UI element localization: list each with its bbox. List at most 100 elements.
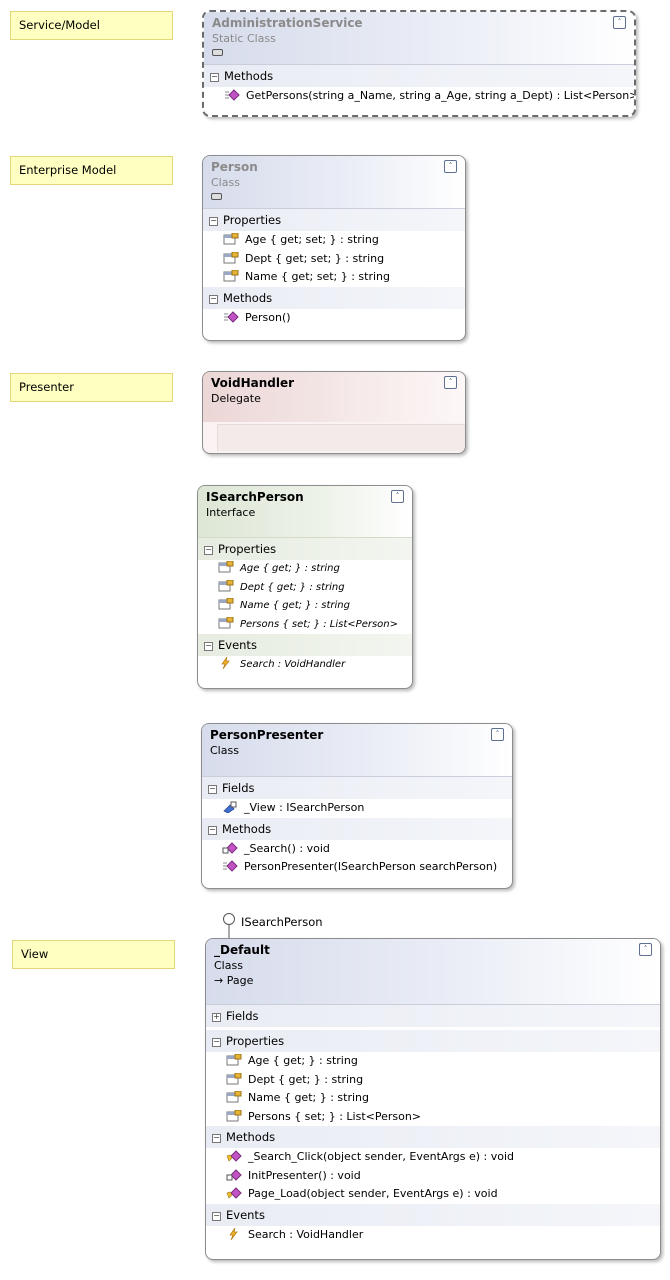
lightning-icon: [221, 657, 230, 669]
section-properties[interactable]: − Properties: [206, 1030, 660, 1052]
member-text: Search : VoidHandler: [240, 659, 346, 670]
class-person-presenter[interactable]: PersonPresenter Class ˄ − Fields _View : …: [201, 723, 513, 889]
member-text: Age { get; set; } : string: [245, 233, 379, 246]
member-text: Search : VoidHandler: [248, 1227, 364, 1241]
member-text: Name { get; set; } : string: [245, 270, 390, 283]
section-label: Properties: [218, 542, 277, 556]
class-name: AdministrationService: [212, 16, 363, 30]
section-properties[interactable]: − Properties: [198, 538, 412, 560]
lightning-icon: [229, 1227, 238, 1240]
minus-toggle-icon[interactable]: −: [212, 1211, 221, 1221]
interface-isearch-person[interactable]: ISearchPerson Interface ˄ − Properties Ag…: [197, 485, 413, 689]
member-row[interactable]: _View : ISearchPerson: [202, 799, 512, 818]
member-row[interactable]: _Search_Click(object sender, EventArgs e…: [206, 1148, 660, 1167]
section-methods[interactable]: − Methods: [203, 286, 465, 309]
section-properties[interactable]: − Properties: [203, 209, 465, 231]
minus-toggle-icon[interactable]: −: [210, 73, 219, 82]
method-icon: [224, 310, 239, 323]
class-kind: Delegate: [211, 392, 261, 405]
section-label: Methods: [226, 1130, 276, 1144]
section-fields[interactable]: − Fields: [202, 777, 512, 799]
member-text: InitPresenter() : void: [248, 1168, 361, 1182]
member-text: _Search() : void: [244, 841, 330, 855]
member-row[interactable]: _Search() : void: [202, 840, 512, 859]
collapse-icon[interactable]: ˄: [613, 16, 626, 29]
minus-toggle-icon[interactable]: −: [209, 217, 218, 226]
class-header: ISearchPerson Interface ˄: [198, 486, 412, 538]
section-events[interactable]: − Events: [198, 634, 412, 656]
section-methods[interactable]: − Methods: [202, 817, 512, 840]
collapse-icon[interactable]: ˄: [391, 490, 404, 503]
member-text: _Search_Click(object sender, EventArgs e…: [248, 1150, 515, 1163]
member-text: Age { get; } : string: [248, 1054, 358, 1067]
member-row[interactable]: Age { get; } : string: [198, 560, 412, 579]
member-row[interactable]: Search : VoidHandler: [206, 1226, 660, 1245]
member-row[interactable]: InitPresenter() : void: [206, 1167, 660, 1186]
section-events[interactable]: − Events: [206, 1203, 660, 1226]
collapse-icon[interactable]: ˄: [444, 376, 457, 389]
member-text: PersonPresenter(ISearchPerson searchPers…: [244, 860, 498, 873]
member-row[interactable]: Page_Load(object sender, EventArgs e) : …: [206, 1185, 660, 1204]
member-row[interactable]: Age { get; set; } : string: [203, 231, 465, 250]
section-methods[interactable]: − Methods: [206, 1126, 660, 1148]
member-row[interactable]: Dept { get; set; } : string: [203, 250, 465, 269]
section-label: Properties: [223, 213, 282, 227]
minus-toggle-icon[interactable]: −: [212, 1038, 221, 1047]
collapse-icon[interactable]: ˄: [444, 160, 457, 173]
class-kind: Static Class: [212, 32, 276, 45]
note-enterprise-model[interactable]: Enterprise Model: [10, 156, 173, 185]
section-label: Fields: [226, 1009, 259, 1023]
property-icon: [218, 561, 234, 573]
minus-toggle-icon[interactable]: −: [204, 642, 213, 651]
minus-toggle-icon[interactable]: −: [209, 294, 218, 304]
collapse-icon[interactable]: ˄: [639, 943, 652, 956]
member-row[interactable]: Person(): [203, 309, 465, 328]
minus-toggle-icon[interactable]: −: [208, 785, 217, 794]
section-fields[interactable]: + Fields: [206, 1005, 660, 1027]
member-row[interactable]: GetPersons(string a_Name, string a_Age, …: [204, 87, 634, 106]
member-row[interactable]: Dept { get; } : string: [198, 579, 412, 598]
property-icon: [218, 598, 234, 610]
member-row[interactable]: Age { get; } : string: [206, 1052, 660, 1071]
member-row[interactable]: Name { get; } : string: [206, 1089, 660, 1108]
member-text: Dept { get; } : string: [240, 581, 345, 593]
section-methods[interactable]: − Methods: [204, 65, 634, 87]
member-text: Page_Load(object sender, EventArgs e) : …: [248, 1187, 498, 1200]
member-row[interactable]: Persons { set; } : List<Person>: [206, 1108, 660, 1127]
note-presenter[interactable]: Presenter: [10, 373, 173, 402]
property-icon: [226, 1091, 242, 1103]
class-header: AdministrationService Static Class ˄: [204, 12, 634, 65]
member-text: Name { get; } : string: [248, 1091, 369, 1104]
class-name: Person: [211, 160, 258, 174]
member-row[interactable]: Dept { get; } : string: [206, 1071, 660, 1090]
member-row[interactable]: PersonPresenter(ISearchPerson searchPers…: [202, 858, 512, 877]
member-row[interactable]: Persons { set; } : List<Person>: [198, 616, 412, 635]
class-administration-service[interactable]: AdministrationService Static Class ˄ − Me…: [202, 10, 636, 117]
note-service-model[interactable]: Service/Model: [10, 11, 173, 40]
shape-icon: [211, 193, 222, 200]
minus-toggle-icon[interactable]: −: [208, 825, 217, 835]
private-method-icon: [226, 1168, 242, 1181]
class-name: ISearchPerson: [206, 490, 304, 504]
section-label: Events: [226, 1207, 265, 1222]
property-icon: [226, 1054, 242, 1066]
base-class-name: Page: [226, 974, 254, 987]
member-row[interactable]: Name { get; } : string: [198, 597, 412, 616]
member-row[interactable]: Search : VoidHandler: [198, 656, 412, 675]
note-view[interactable]: View: [12, 940, 175, 969]
member-text: Person(): [245, 310, 291, 324]
class-default[interactable]: _Default Class → Page ˄ + Fields − Propert…: [205, 938, 661, 1260]
property-icon: [218, 579, 234, 591]
member-row[interactable]: Name { get; set; } : string: [203, 268, 465, 287]
minus-toggle-icon[interactable]: −: [212, 1134, 221, 1143]
collapse-icon[interactable]: ˄: [491, 728, 504, 741]
class-person[interactable]: Person Class ˄ − Properties Age { get; se…: [202, 155, 466, 341]
inherits-arrow-icon: →: [214, 974, 224, 987]
plus-toggle-icon[interactable]: +: [212, 1013, 221, 1022]
method-icon: [223, 860, 238, 872]
delegate-void-handler[interactable]: VoidHandler Delegate ˄: [202, 371, 466, 454]
interface-lollipop-icon: [223, 913, 235, 940]
minus-toggle-icon[interactable]: −: [204, 546, 213, 555]
method-icon: [225, 89, 240, 101]
member-text: Dept { get; } : string: [248, 1072, 364, 1086]
